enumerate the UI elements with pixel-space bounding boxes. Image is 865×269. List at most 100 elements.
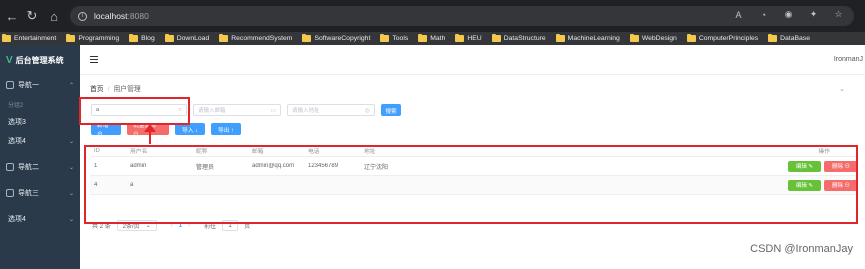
table-row[interactable]: 4 a 编辑 ✎ 删除 ⊖	[90, 176, 858, 195]
home-icon[interactable]: ⌂	[44, 6, 64, 26]
prev-page-icon[interactable]: ‹	[171, 223, 173, 229]
bookmark-item[interactable]: Tools	[380, 34, 408, 42]
cell-operation: 编辑 ✎ 删除 ⊖	[700, 179, 858, 191]
folder-icon	[555, 34, 565, 42]
folder-icon	[129, 34, 139, 42]
page-size-select[interactable]: 2条/页 ⌄	[116, 220, 157, 231]
bookmark-item[interactable]: DownLoad	[164, 34, 209, 42]
folder-icon	[66, 34, 76, 42]
address-search-input[interactable]: 请输入地址 ◎	[287, 104, 375, 116]
sidebar-item-nav3[interactable]: 导航三 ⌄	[0, 183, 80, 203]
bookmark-item[interactable]: WebDesign	[629, 34, 677, 42]
bookmark-item[interactable]: HEU	[455, 34, 482, 42]
edit-button[interactable]: 编辑 ✎	[787, 179, 821, 191]
cell-id: 1	[94, 163, 98, 169]
col-email: 邮箱	[252, 149, 264, 155]
extension-icon[interactable]: ◉	[783, 9, 794, 20]
goto-page-input[interactable]: 1	[222, 220, 239, 231]
search-button[interactable]: 搜索	[381, 104, 401, 116]
info-icon[interactable]: i	[78, 11, 87, 21]
goto-suffix: 页	[244, 224, 251, 230]
bookmark-item[interactable]: RecommendSystem	[219, 34, 292, 42]
bookmark-item[interactable]: Math	[418, 34, 445, 42]
bookmark-item[interactable]: DataStructure	[491, 34, 546, 42]
vue-logo-icon: V	[6, 54, 13, 66]
reload-icon[interactable]: ↻	[22, 6, 42, 26]
sidebar-item-nav1[interactable]: 导航一 ⌃	[0, 75, 80, 95]
next-page-icon[interactable]: ›	[188, 223, 190, 229]
hamburger-icon[interactable]	[90, 56, 98, 63]
browser-toolbar: ← ↻ ⌂ i localhost:8080 A ◔ ◉ ✦ ☆	[0, 0, 865, 32]
folder-icon	[380, 34, 390, 42]
chevron-up-icon: ⌃	[68, 82, 74, 89]
sidebar: V 后台管理系统 导航一 ⌃ 分组2 选项3 选项4 ⌄ 导航二 ⌄ 导航三 ⌄ 选项4 ⌄	[0, 45, 80, 269]
annotation-arrow	[144, 124, 156, 144]
sidebar-group-label: 分组2	[8, 102, 24, 109]
location-icon: ◎	[364, 107, 370, 114]
read-aloud-icon[interactable]: A	[733, 9, 744, 20]
message-icon	[6, 81, 14, 89]
bookmarks-bar: Entertainment Programming Blog DownLoad …	[0, 32, 865, 45]
url-host: localhost	[94, 11, 128, 21]
folder-icon	[491, 34, 501, 42]
address-bar[interactable]: i localhost:8080 A ◔ ◉ ✦ ☆	[70, 6, 854, 26]
user-table: ID 用户名 昵称 邮箱 电话 地址 操作 1 admin 管理员 admin@…	[90, 145, 858, 195]
goto-prefix: 前往	[204, 224, 217, 230]
puzzle-icon[interactable]: ✦	[808, 9, 819, 20]
delete-button[interactable]: 删除 ⊖	[823, 160, 858, 172]
folder-icon	[455, 34, 465, 42]
cell-id: 4	[94, 182, 98, 188]
sidebar-item-option4[interactable]: 选项4 ⌄	[0, 131, 80, 151]
folder-icon	[686, 34, 696, 42]
import-button[interactable]: 导入 ↓	[175, 123, 205, 135]
table-header: ID 用户名 昵称 邮箱 电话 地址 操作	[90, 145, 858, 157]
sidebar-item-option3[interactable]: 选项3	[0, 113, 80, 131]
delete-button[interactable]: 删除 ⊖	[823, 179, 858, 191]
bookmark-item[interactable]: SoftwareCopyright	[302, 34, 370, 42]
pager-total: 共 2 条	[92, 224, 111, 230]
add-button[interactable]: 新增 ⊕	[91, 123, 121, 138]
folder-icon	[418, 34, 428, 42]
col-nickname: 昵称	[196, 149, 208, 155]
folder-icon	[302, 34, 312, 42]
bookmark-item[interactable]: Programming	[66, 34, 119, 42]
breadcrumb-home[interactable]: 首页	[90, 86, 104, 93]
chevron-down-icon: ⌄	[68, 164, 74, 171]
pagination: 共 2 条 2条/页 ⌄ ‹ 1 › 前往 1 页	[92, 220, 250, 231]
bookmark-item[interactable]: ComputerPrinciples	[686, 34, 758, 42]
message-icon: ▭	[270, 107, 276, 114]
user-name[interactable]: IronmanJ	[834, 56, 863, 63]
folder-icon	[219, 34, 229, 42]
folder-icon	[768, 34, 778, 42]
search-icon: ⌕	[178, 106, 182, 113]
email-search-input[interactable]: 请输入邮箱 ▭	[193, 104, 281, 116]
username-search-input[interactable]: a ⌕	[91, 104, 187, 116]
page-number[interactable]: 1	[179, 223, 182, 229]
chevron-down-icon: ⌄	[68, 216, 74, 223]
tracking-icon[interactable]: ◔	[758, 9, 769, 20]
back-icon[interactable]: ←	[2, 6, 22, 26]
breadcrumb: 首页 / 用户管理	[90, 83, 141, 93]
bookmark-item[interactable]: DataBase	[768, 34, 810, 42]
bookmark-item[interactable]: MachineLearning	[555, 34, 620, 42]
cell-address: 辽宁沈阳	[364, 164, 389, 171]
sidebar-item-option4b[interactable]: 选项4 ⌄	[0, 209, 80, 229]
action-row: 新增 ⊕ 批量删除 ⊖ 导入 ↓ 导出 ↑	[91, 123, 241, 138]
cell-username: a	[130, 182, 134, 188]
url-port: :8080	[127, 11, 149, 21]
col-id: ID	[94, 147, 100, 154]
table-row[interactable]: 1 admin 管理员 admin@qq.com 123456789 辽宁沈阳 …	[90, 157, 858, 176]
sidebar-item-nav2[interactable]: 导航二 ⌄	[0, 157, 80, 177]
export-button[interactable]: 导出 ↑	[211, 123, 241, 135]
bookmark-item[interactable]: Entertainment	[2, 34, 56, 42]
cell-phone: 123456789	[308, 163, 339, 169]
chevron-down-icon: ⌄	[68, 138, 74, 145]
favorites-icon[interactable]: ☆	[833, 9, 844, 20]
app-logo: V 后台管理系统	[6, 54, 64, 66]
edit-button[interactable]: 编辑 ✎	[787, 160, 821, 172]
chevron-down-icon: ⌄	[145, 223, 151, 229]
chevron-down-icon[interactable]: ⌄	[839, 85, 845, 93]
breadcrumb-separator: /	[107, 86, 110, 93]
bookmark-item[interactable]: Blog	[129, 34, 155, 42]
page-header: IronmanJ	[80, 45, 865, 75]
